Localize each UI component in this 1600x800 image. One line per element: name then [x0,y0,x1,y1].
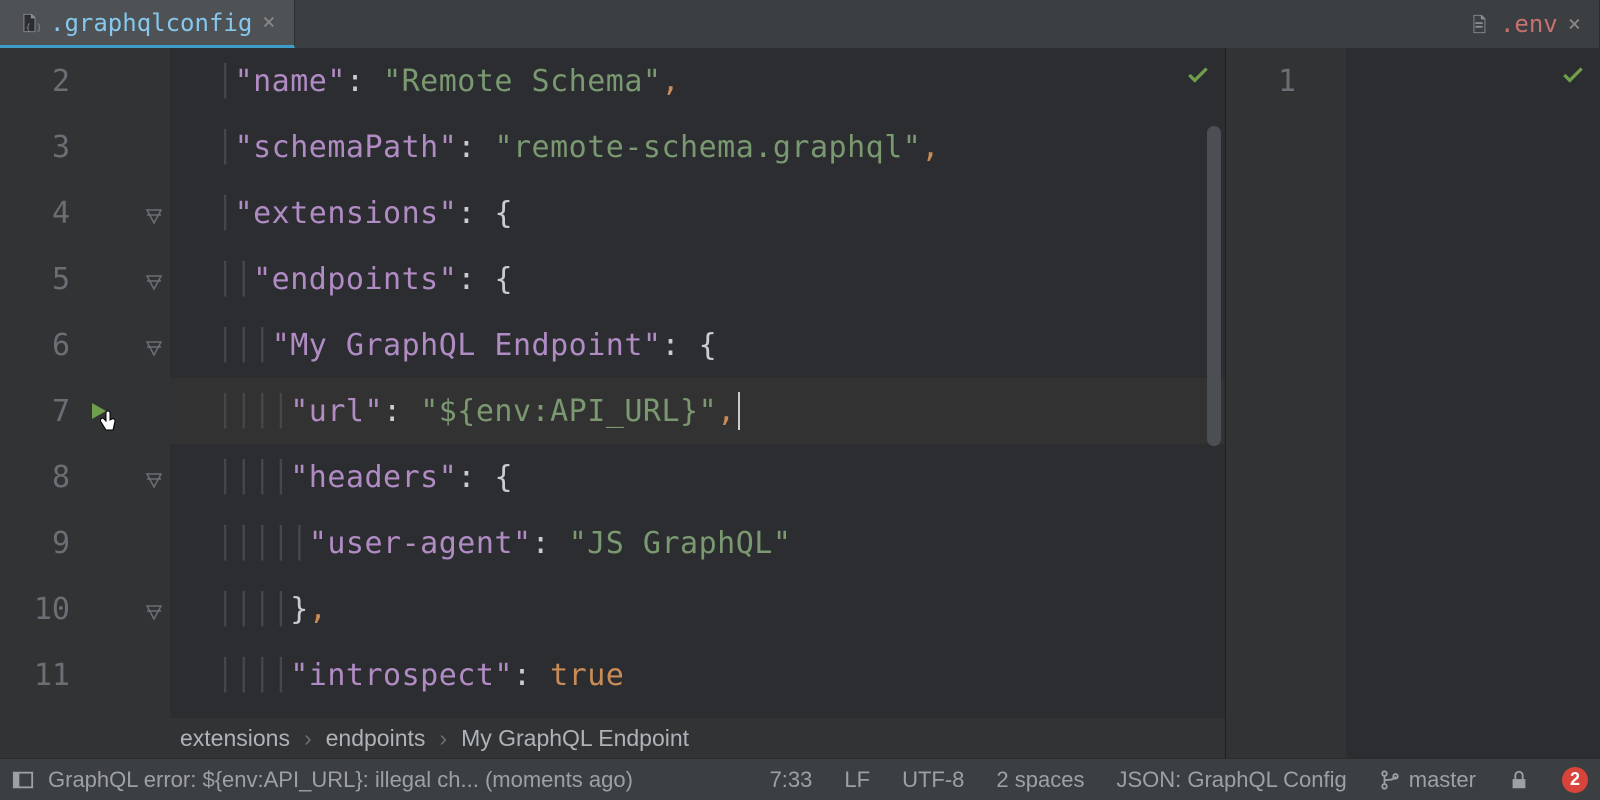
status-git-branch[interactable]: master [1379,767,1476,793]
tab-graphqlconfig[interactable]: { } .graphqlconfig × [0,0,295,48]
status-bar: GraphQL error: ${env:API_URL}: illegal c… [0,758,1600,800]
fold-icon[interactable] [144,334,164,356]
code-line[interactable]: │ │ │ │ "url": "${env:API_URL}", [170,378,1225,444]
cursor-hand-icon [96,407,126,445]
code-line[interactable]: │ │ │ │ "headers": { [170,444,1225,510]
code-line[interactable]: │ │ │ │ }, [170,576,1225,642]
gutter[interactable]: 1 [1226,48,1346,758]
tab-bar: { } .graphqlconfig × .env × [0,0,1600,48]
code-line[interactable]: │ "name": "Remote Schema", [170,48,1225,114]
inspection-ok-icon[interactable] [1560,62,1586,92]
status-indent[interactable]: 2 spaces [996,767,1084,793]
error-count-badge[interactable]: 2 [1562,767,1588,793]
line-number[interactable]: 7 [0,378,170,444]
line-number[interactable]: 1 [1226,48,1346,114]
tab-label: .graphqlconfig [50,9,252,37]
file-icon [1468,13,1490,35]
line-number[interactable]: 2 [0,48,170,114]
fold-icon[interactable] [144,466,164,488]
line-number[interactable]: 5 [0,246,170,312]
branch-icon [1379,769,1401,791]
tab-label: .env [1500,10,1558,38]
editor-split: 234567891011 │ "name": "Remote Schema",│… [0,48,1600,758]
breadcrumb-item[interactable]: endpoints [326,725,426,752]
line-number[interactable]: 6 [0,312,170,378]
breadcrumb-item[interactable]: extensions [180,725,290,752]
code-editor[interactable]: │ "name": "Remote Schema",│ "schemaPath"… [170,48,1225,718]
code-line[interactable]: │ "schemaPath": "remote-schema.graphql", [170,114,1225,180]
code-line[interactable]: │ │ │ │ "introspect": true [170,642,1225,708]
line-number[interactable]: 8 [0,444,170,510]
status-encoding[interactable]: UTF-8 [902,767,964,793]
line-number[interactable]: 4 [0,180,170,246]
status-caret-position[interactable]: 7:33 [770,767,813,793]
editor-pane-left: 234567891011 │ "name": "Remote Schema",│… [0,48,1226,758]
status-line-ending[interactable]: LF [844,767,870,793]
close-icon[interactable]: × [262,10,275,35]
fold-icon[interactable] [144,598,164,620]
code-line[interactable]: │ │ │ "My GraphQL Endpoint": { [170,312,1225,378]
tab-env[interactable]: .env × [1450,0,1600,48]
code-line[interactable]: │ │ │ │ │ "user-agent": "JS GraphQL" [170,510,1225,576]
tool-window-icon[interactable] [12,769,34,791]
svg-text:{ }: { } [25,22,40,33]
code-line[interactable]: │ │ "endpoints": { [170,246,1225,312]
editor-pane-right: 1 [1226,48,1600,758]
code-line[interactable]: │ "extensions": { [170,180,1225,246]
scrollbar[interactable] [1207,126,1221,446]
close-icon[interactable]: × [1568,12,1581,37]
breadcrumb-item[interactable]: My GraphQL Endpoint [461,725,689,752]
breadcrumb[interactable]: extensions › endpoints › My GraphQL Endpoint [0,718,1225,758]
line-number[interactable]: 10 [0,576,170,642]
inspection-ok-icon[interactable] [1185,62,1211,92]
line-number[interactable]: 11 [0,642,170,708]
status-language[interactable]: JSON: GraphQL Config [1116,767,1346,793]
line-number[interactable]: 9 [0,510,170,576]
status-error-message[interactable]: GraphQL error: ${env:API_URL}: illegal c… [48,767,633,793]
fold-icon[interactable] [144,268,164,290]
chevron-right-icon: › [304,725,312,752]
file-icon: { } [18,12,40,34]
branch-name: master [1409,767,1476,793]
lock-icon[interactable] [1508,769,1530,791]
gutter[interactable]: 234567891011 [0,48,170,718]
line-number[interactable]: 3 [0,114,170,180]
chevron-right-icon: › [439,725,447,752]
fold-icon[interactable] [144,202,164,224]
code-editor[interactable] [1346,48,1600,758]
